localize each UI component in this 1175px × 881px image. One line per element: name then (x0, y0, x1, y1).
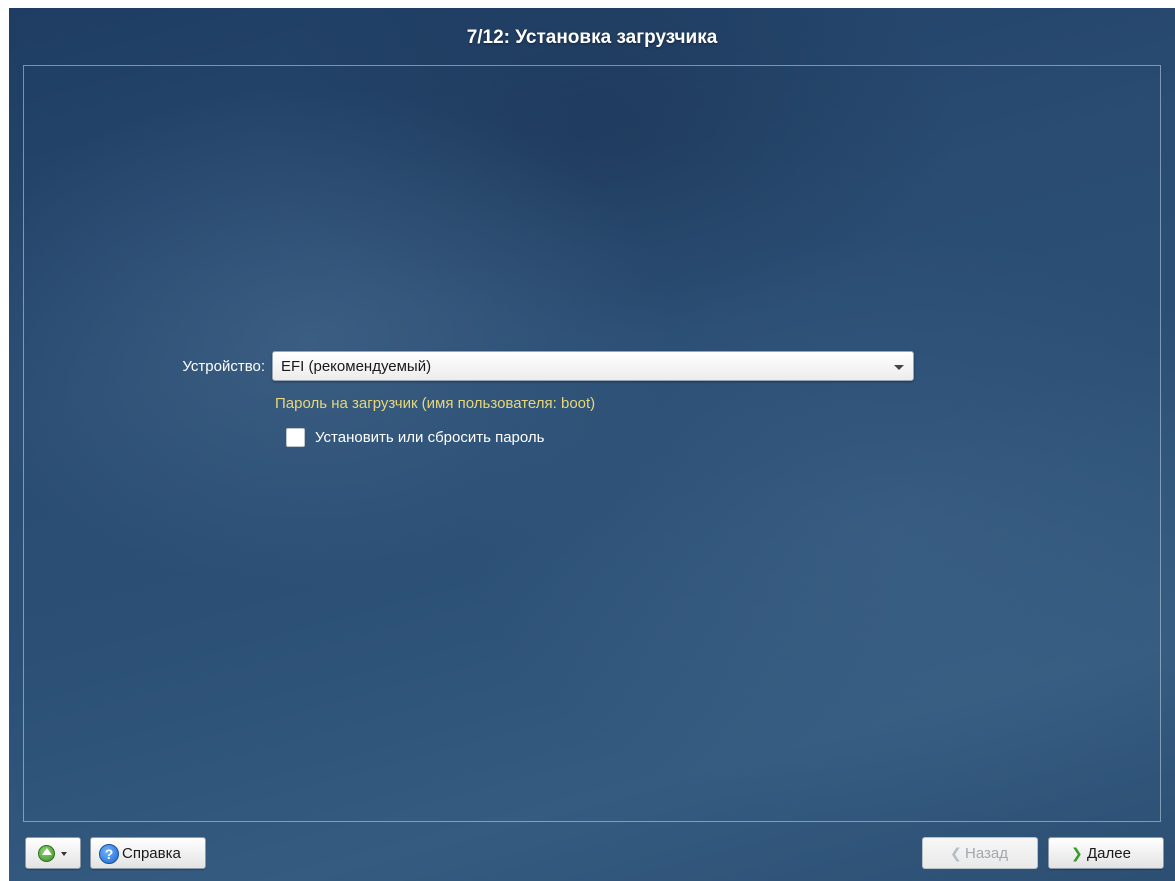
content-frame (23, 65, 1161, 822)
help-button[interactable]: ? Справка (90, 837, 206, 869)
device-select-value: EFI (рекомендуемый) (281, 358, 432, 375)
chevron-down-icon (894, 365, 904, 370)
next-button[interactable]: ❯ Далее (1048, 837, 1164, 869)
device-select[interactable]: EFI (рекомендуемый) (272, 351, 914, 381)
caret-down-icon (61, 852, 67, 856)
chevron-right-icon: ❯ (1071, 845, 1083, 861)
page-title: 7/12: Установка загрузчика (466, 27, 718, 48)
menu-button[interactable] (25, 837, 81, 869)
back-button[interactable]: ❮ Назад (922, 837, 1038, 869)
set-password-checkbox-label[interactable]: Установить или сбросить пароль (315, 429, 544, 447)
green-up-arrow-icon (38, 845, 55, 862)
back-button-label: Назад (965, 845, 1008, 862)
set-password-checkbox[interactable] (286, 428, 305, 447)
password-hint: Пароль на загрузчик (имя пользователя: b… (275, 395, 596, 412)
chevron-left-icon: ❮ (950, 845, 962, 861)
installer-window: 7/12: Установка загрузчика Устройство: E… (9, 8, 1175, 881)
help-button-label: Справка (122, 845, 181, 862)
device-label: Устройство: (182, 358, 265, 375)
question-mark-icon: ? (99, 844, 119, 864)
next-button-label: Далее (1087, 845, 1131, 862)
